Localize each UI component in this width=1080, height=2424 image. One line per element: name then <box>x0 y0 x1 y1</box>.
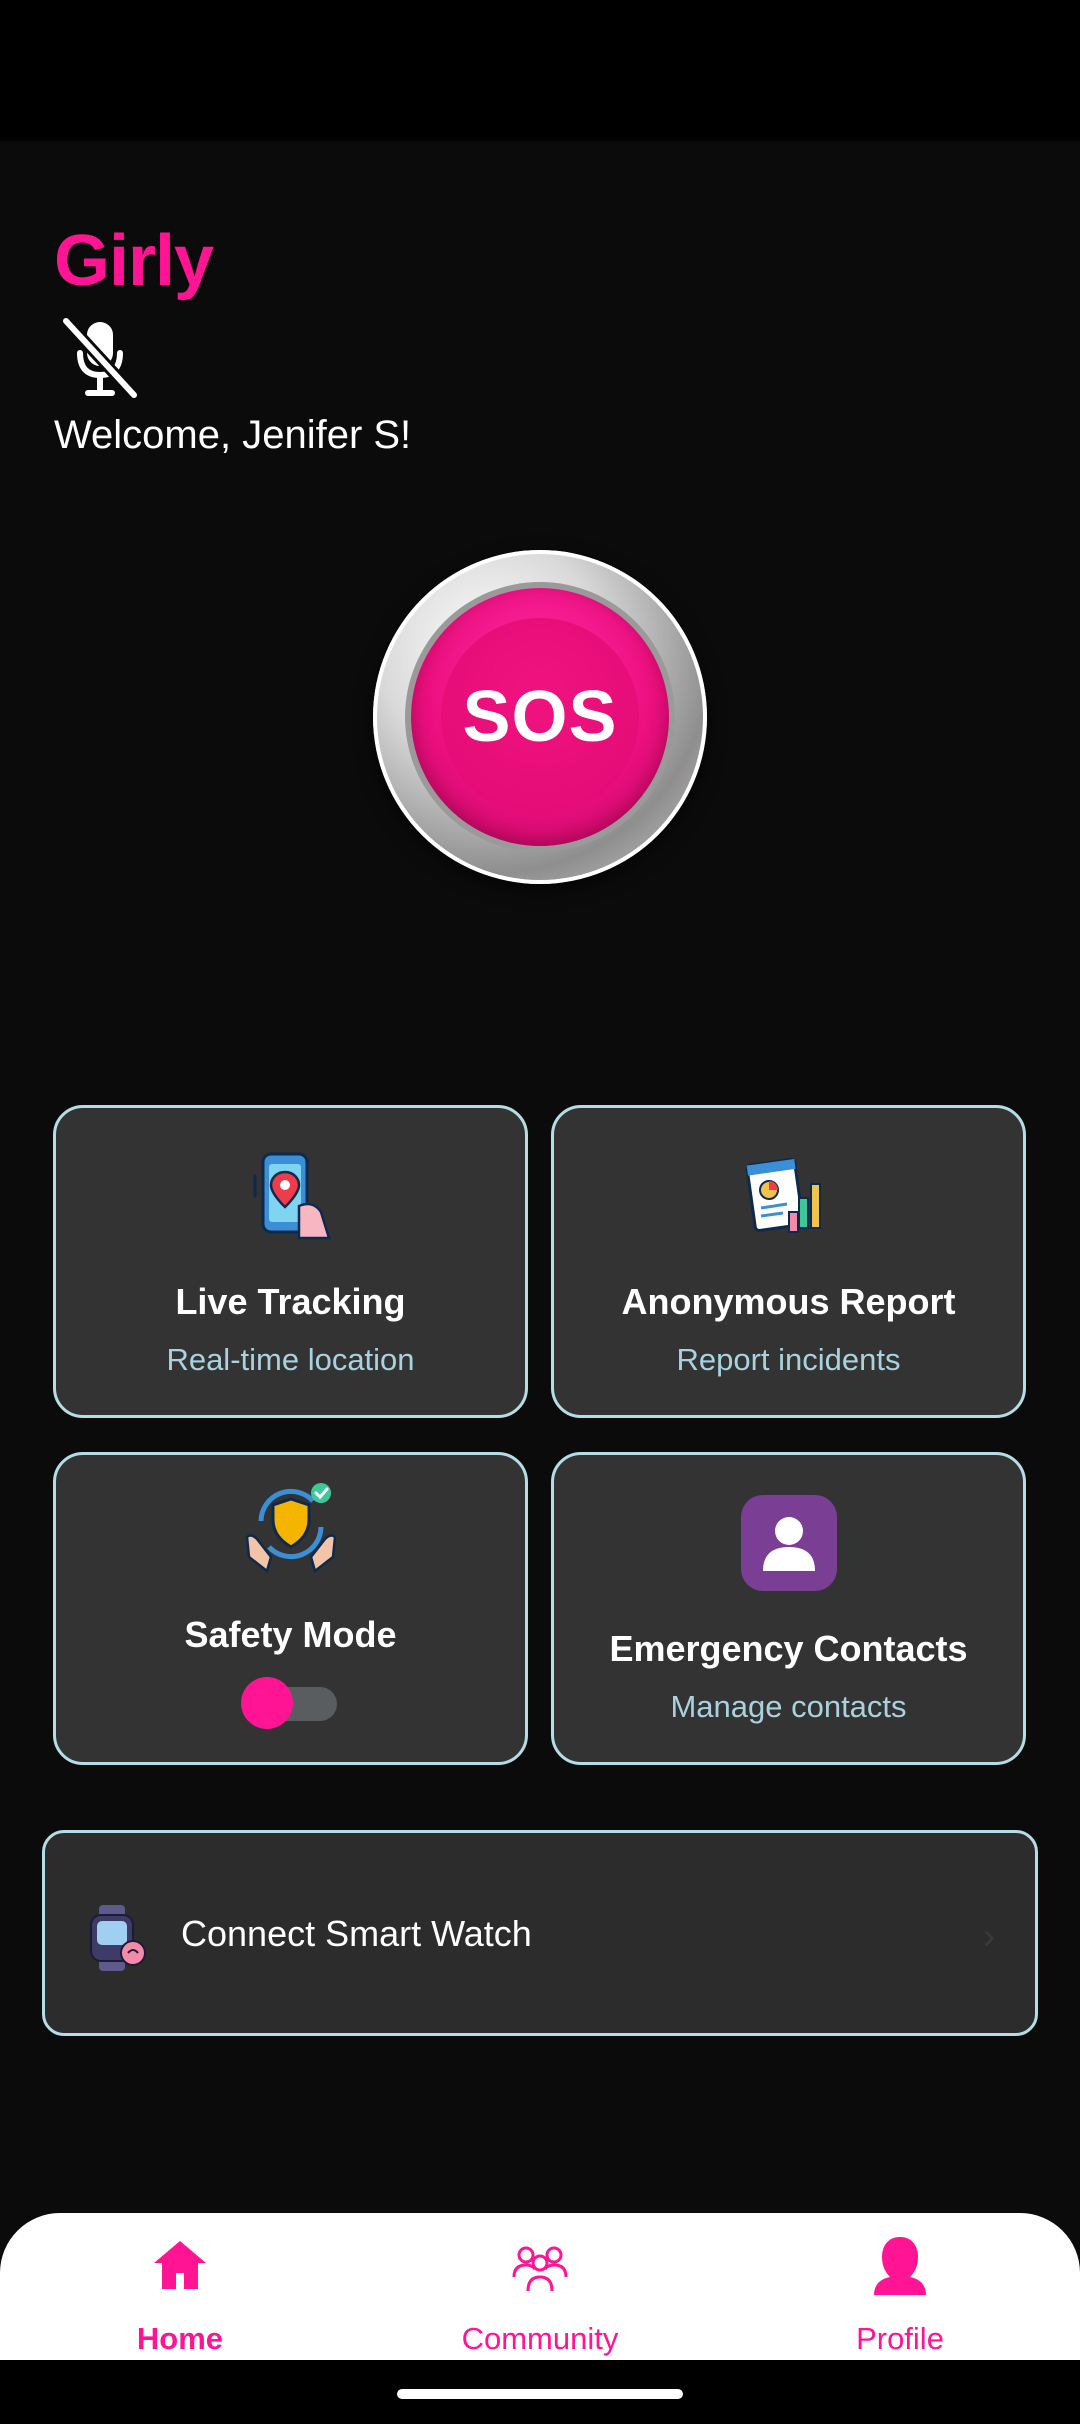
emergency-contacts-card[interactable]: Emergency Contacts Manage contacts <box>551 1452 1026 1765</box>
card-title: Live Tracking <box>175 1281 406 1322</box>
location-phone-icon <box>253 1152 331 1240</box>
nav-item-profile[interactable]: Profile <box>750 2213 1050 2360</box>
home-icon <box>154 2241 206 2289</box>
card-subtitle: Report incidents <box>676 1342 901 1377</box>
sos-label: SOS <box>462 677 618 757</box>
watch-label: Connect Smart Watch <box>181 1913 532 1954</box>
chevron-right-icon: › <box>983 1915 995 1956</box>
gesture-handle[interactable] <box>397 2389 683 2399</box>
nav-item-home[interactable]: Home <box>30 2213 330 2360</box>
home-screen: Girly Welcome, Jenifer S! SOS Live Track <box>0 141 1080 2424</box>
nav-item-community[interactable]: Community <box>390 2213 690 2360</box>
contact-person-icon <box>740 1495 837 1591</box>
connect-smart-watch-row[interactable]: Connect Smart Watch › <box>42 1830 1038 2036</box>
sos-ring: SOS <box>411 588 669 846</box>
card-subtitle: Real-time location <box>166 1342 415 1377</box>
nav-label: Home <box>136 2321 224 2356</box>
nav-label: Profile <box>856 2321 944 2356</box>
anonymous-report-card[interactable]: Anonymous Report Report incidents <box>551 1105 1026 1418</box>
sos-button[interactable]: SOS <box>373 550 707 884</box>
toggle-thumb <box>241 1677 293 1729</box>
app-title: Girly <box>54 221 214 301</box>
status-bar <box>0 0 1080 141</box>
report-chart-icon <box>745 1157 821 1233</box>
smartwatch-icon <box>90 1905 146 1971</box>
community-icon <box>512 2246 568 2292</box>
safety-mode-toggle[interactable] <box>241 1677 341 1729</box>
card-title: Safety Mode <box>184 1614 397 1655</box>
card-subtitle: Manage contacts <box>670 1689 907 1724</box>
mic-off-icon[interactable] <box>54 311 146 403</box>
bottom-nav: Home Community Profile <box>0 2213 1080 2360</box>
card-title: Emergency Contacts <box>609 1628 968 1669</box>
nav-label: Community <box>461 2321 619 2356</box>
profile-icon <box>874 2237 926 2295</box>
card-title: Anonymous Report <box>621 1281 956 1322</box>
live-tracking-card[interactable]: Live Tracking Real-time location <box>53 1105 528 1418</box>
shield-hands-icon <box>245 1483 336 1574</box>
welcome-text: Welcome, Jenifer S! <box>54 413 412 457</box>
safety-mode-card[interactable]: Safety Mode <box>53 1452 528 1765</box>
sos-inner: SOS <box>441 618 639 816</box>
